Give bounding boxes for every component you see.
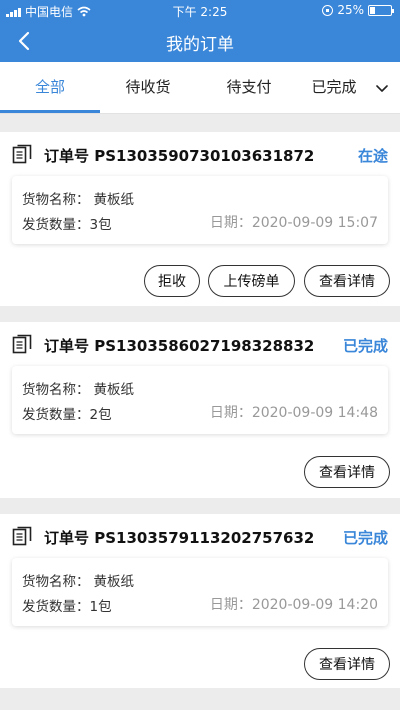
order-document-icon: [12, 334, 32, 354]
order-detail-box: 货物名称： 黄板纸 发货数量：1包 日期：2020-09-09 14:20: [12, 558, 388, 626]
order-card[interactable]: 订单号 PS1303586027198328832 已完成 货物名称： 黄板纸 发…: [0, 322, 400, 498]
active-tab-underline: [0, 110, 100, 113]
quantity-row: 发货数量：1包: [22, 599, 112, 615]
status-bar: 中国电信 下午 2:25 25%: [0, 0, 400, 20]
reject-button[interactable]: 拒收: [144, 265, 200, 297]
app-header: 中国电信 下午 2:25 25% 我的订单: [0, 0, 400, 62]
tab-all[interactable]: 全部: [0, 62, 100, 114]
order-number: 订单号 PS1303579113202757632: [44, 529, 315, 547]
tab-pending-receipt[interactable]: 待收货: [98, 62, 198, 114]
goods-name-row: 货物名称： 黄板纸: [22, 382, 134, 398]
order-date: 日期：2020-09-09 15:07: [209, 215, 378, 231]
order-document-icon: [12, 526, 32, 546]
quantity-row: 发货数量：2包: [22, 407, 112, 423]
chevron-down-icon[interactable]: [372, 78, 392, 98]
quantity-row: 发货数量：3包: [22, 217, 112, 233]
order-number: 订单号 PS1303586027198328832: [44, 337, 315, 355]
order-status: 已完成: [342, 337, 388, 355]
order-document-icon: [12, 144, 32, 164]
order-number: 订单号 PS1303590730103631872: [44, 147, 315, 165]
order-date: 日期：2020-09-09 14:20: [209, 597, 378, 613]
upload-weighbill-button[interactable]: 上传磅单: [208, 265, 295, 297]
order-card[interactable]: 订单号 PS1303590730103631872 在途 货物名称： 黄板纸 发货…: [0, 132, 400, 306]
battery-icon: [368, 4, 394, 16]
order-status: 已完成: [342, 529, 388, 547]
rotation-lock-icon: [322, 4, 334, 16]
nav-bar: 我的订单: [0, 20, 400, 62]
view-details-button[interactable]: 查看详情: [304, 648, 390, 680]
order-date: 日期：2020-09-09 14:48: [209, 405, 378, 421]
status-right: 25%: [322, 3, 394, 17]
battery-percent: 25%: [337, 3, 364, 17]
order-detail-box: 货物名称： 黄板纸 发货数量：2包 日期：2020-09-09 14:48: [12, 366, 388, 434]
order-detail-box: 货物名称： 黄板纸 发货数量：3包 日期：2020-09-09 15:07: [12, 176, 388, 244]
order-tabs: 全部 待收货 待支付 已完成: [0, 62, 400, 114]
view-details-button[interactable]: 查看详情: [304, 265, 390, 297]
page-title: 我的订单: [166, 35, 234, 55]
goods-name-row: 货物名称： 黄板纸: [22, 574, 134, 590]
tab-completed[interactable]: 已完成: [284, 62, 384, 114]
order-card[interactable]: 订单号 PS1303579113202757632 已完成 货物名称： 黄板纸 发…: [0, 514, 400, 688]
goods-name-row: 货物名称： 黄板纸: [22, 192, 134, 208]
view-details-button[interactable]: 查看详情: [304, 456, 390, 488]
order-status: 在途: [357, 147, 388, 165]
